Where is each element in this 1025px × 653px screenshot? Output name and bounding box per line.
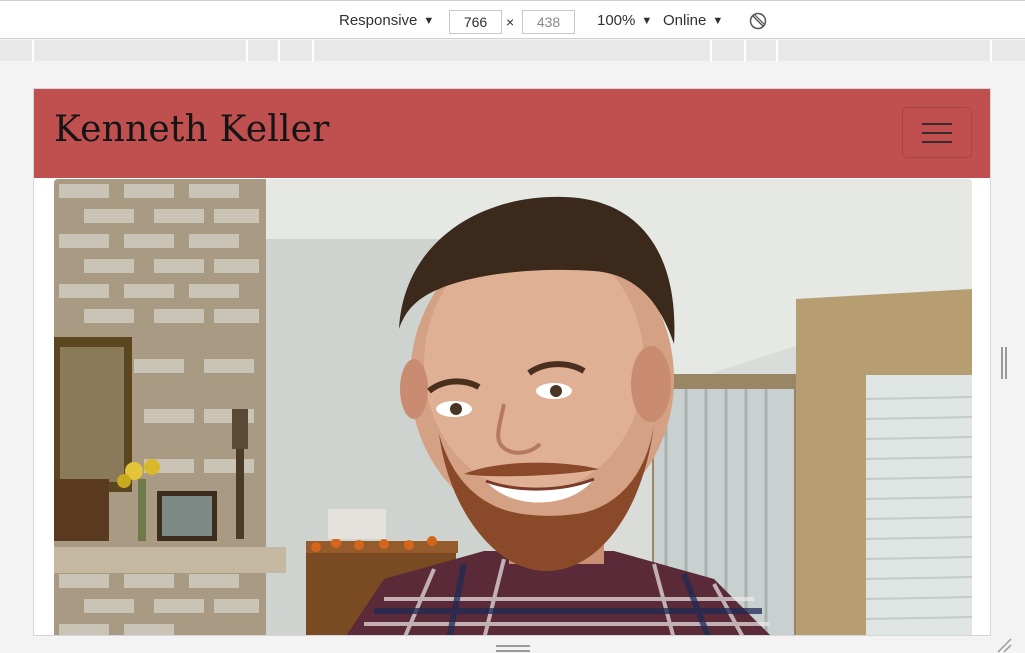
- rotate-button[interactable]: [748, 1, 768, 40]
- ruler-divider: [278, 40, 280, 61]
- zoom-dropdown[interactable]: 100% ▼: [597, 1, 652, 40]
- chevron-down-icon: ▼: [641, 14, 653, 27]
- menu-toggle-button[interactable]: [902, 107, 972, 158]
- network-throttle-dropdown[interactable]: Online ▼: [663, 1, 723, 40]
- corner-resize-handle[interactable]: [996, 638, 1012, 653]
- media-query-bar[interactable]: [0, 40, 1025, 61]
- ruler-divider: [32, 40, 34, 61]
- width-input[interactable]: 766: [449, 10, 502, 34]
- zoom-label: 100%: [597, 12, 636, 29]
- device-mode-dropdown[interactable]: Responsive ▼: [339, 1, 434, 40]
- bottom-resize-handle[interactable]: [496, 645, 530, 653]
- site-navbar: Kenneth Keller: [34, 89, 990, 178]
- chevron-down-icon: ▼: [712, 14, 724, 27]
- ruler-divider: [744, 40, 746, 61]
- ruler-divider: [990, 40, 992, 61]
- device-mode-label: Responsive: [339, 12, 418, 29]
- ruler-divider: [312, 40, 314, 61]
- right-resize-handle[interactable]: [1001, 347, 1007, 379]
- rotate-icon: [749, 12, 767, 29]
- ruler-divider: [246, 40, 248, 61]
- network-label: Online: [663, 12, 707, 29]
- hamburger-icon: [922, 122, 952, 125]
- hamburger-icon: [922, 140, 952, 143]
- device-toolbar: Responsive ▼ 766 × 438 100% ▼ Online ▼: [0, 0, 1025, 39]
- emulated-page: Kenneth Keller: [33, 88, 991, 636]
- height-input[interactable]: 438: [522, 10, 575, 34]
- portrait-photo: [54, 179, 972, 635]
- ruler-divider: [710, 40, 712, 61]
- dimension-separator: ×: [506, 14, 515, 30]
- hamburger-icon: [922, 131, 952, 134]
- chevron-down-icon: ▼: [423, 14, 435, 27]
- site-brand[interactable]: Kenneth Keller: [54, 109, 330, 150]
- ruler-divider: [776, 40, 778, 61]
- portrait-illustration: [54, 179, 972, 635]
